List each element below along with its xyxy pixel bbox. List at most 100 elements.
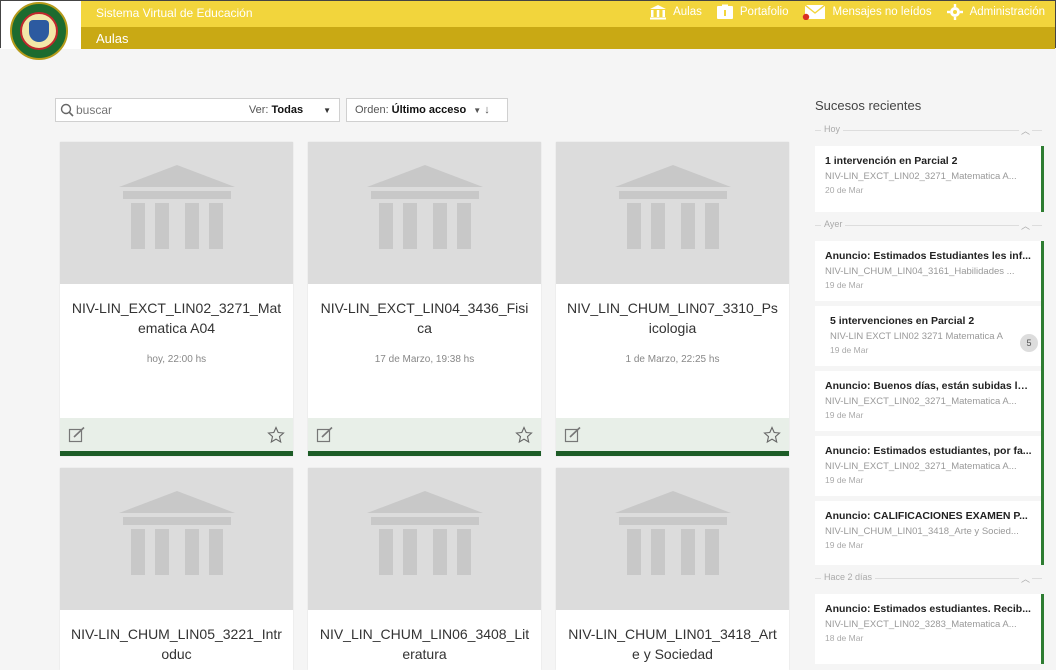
building-icon — [119, 491, 235, 575]
sort-arrow-icon[interactable]: ↓ — [484, 104, 490, 116]
course-image — [308, 468, 541, 610]
edit-icon[interactable] — [316, 426, 334, 444]
event-date: 19 de Mar — [830, 345, 869, 355]
ver-filter-select[interactable]: Ver: Todas ▼ — [249, 104, 331, 116]
event-course: NIV-LIN EXCT LIN02 3271 Matematica A — [830, 331, 1004, 342]
event-course: NIV-LIN_EXCT_LIN02_3271_Matematica A... — [825, 461, 1017, 472]
filter-toolbar: Ver:Todas ▼ Orden:Último acceso ▼ ↓ — [55, 98, 508, 122]
recent-events-heading: Sucesos recientes — [815, 98, 922, 113]
group-divider-yesterday[interactable]: Ayer ︿ — [815, 219, 1042, 233]
course-card[interactable]: NIV-LIN_CHUM_LIN01_3418_Arte y Sociedad — [556, 468, 789, 670]
event-title: Anuncio: Estimados estudiantes, por fa..… — [825, 445, 1032, 457]
course-title[interactable]: NIV-LIN_CHUM_LIN05_3221_Introduc — [60, 624, 293, 664]
event-title: Anuncio: CALIFICACIONES EXAMEN P... — [825, 510, 1028, 522]
chevron-up-icon[interactable]: ︿ — [1018, 124, 1032, 137]
course-title[interactable]: NIV-LIN_EXCT_LIN02_3271_Matematica A04 — [60, 298, 293, 338]
orden-label: Orden: — [355, 104, 389, 116]
group-label: Hace 2 días — [821, 572, 876, 582]
ver-label: Ver: — [248, 104, 269, 116]
event-item[interactable]: Anuncio: CALIFICACIONES EXAMEN P... NIV-… — [815, 501, 1042, 565]
course-last-access: 17 de Marzo, 19:38 hs — [374, 354, 475, 365]
ver-value: Todas — [271, 104, 304, 116]
edit-icon[interactable] — [68, 426, 86, 444]
mail-icon — [803, 4, 826, 20]
group-divider-two-days[interactable]: Hace 2 días ︿ — [815, 572, 1042, 586]
course-title[interactable]: NIV-LIN_CHUM_LIN01_3418_Arte y Sociedad — [556, 624, 789, 664]
course-card[interactable]: NIV_LIN_CHUM_LIN06_3408_Literatura — [308, 468, 541, 670]
event-title: Anuncio: Buenos días, están subidas la..… — [825, 380, 1032, 392]
nav-aulas[interactable]: Aulas — [649, 4, 702, 20]
nav-administracion-label: Administración — [969, 6, 1045, 18]
course-card[interactable]: NIV_LIN_CHUM_LIN07_3310_Psicologia 1 de … — [556, 142, 789, 456]
caret-down-icon: ▼ — [473, 106, 482, 115]
event-item[interactable]: Anuncio: Estimados Estudiantes les inf..… — [815, 241, 1042, 301]
orden-select[interactable]: Orden: Último acceso ▼ ↓ — [346, 98, 508, 122]
group-label: Hoy — [821, 124, 844, 134]
course-title[interactable]: NIV-LIN_EXCT_LIN04_3436_Fisica — [308, 298, 541, 338]
event-item[interactable]: Anuncio: Estimados estudiantes. Recib...… — [815, 594, 1042, 664]
event-title: 5 intervenciones en Parcial 2 — [830, 315, 975, 327]
course-image — [60, 468, 293, 610]
nav-administracion[interactable]: Administración — [946, 4, 1045, 20]
folder-icon — [716, 4, 733, 19]
group-divider-today[interactable]: Hoy ︿ — [815, 124, 1042, 138]
event-item[interactable]: 1 intervención en Parcial 2 NIV-LIN_EXCT… — [815, 146, 1042, 212]
orden-value: Último acceso — [391, 104, 467, 116]
event-title: 1 intervención en Parcial 2 — [825, 155, 958, 167]
event-item[interactable]: Anuncio: Buenos días, están subidas la..… — [815, 371, 1042, 431]
event-indicator — [1041, 241, 1044, 565]
course-image — [556, 142, 789, 284]
event-date: 18 de Mar — [825, 633, 864, 643]
event-date: 19 de Mar — [825, 410, 864, 420]
course-title[interactable]: NIV_LIN_CHUM_LIN07_3310_Psicologia — [556, 298, 789, 338]
event-course: NIV-LIN_CHUM_LIN04_3161_Habilidades ... — [825, 266, 1015, 277]
top-nav: Aulas Portafolio Mensajes no leídos Admi… — [649, 4, 1045, 20]
search-icon — [60, 103, 74, 117]
search-input[interactable] — [56, 103, 216, 117]
building-icon — [650, 5, 667, 20]
search-box: Ver:Todas ▼ — [55, 98, 340, 122]
site-title[interactable]: Sistema Virtual de Educación — [96, 6, 253, 20]
course-card[interactable]: NIV-LIN_EXCT_LIN04_3436_Fisica 17 de Mar… — [308, 142, 541, 456]
card-footer — [60, 418, 293, 456]
card-footer — [556, 418, 789, 456]
top-header: Sistema Virtual de Educación Aulas Aulas… — [0, 0, 1056, 49]
nav-aulas-label: Aulas — [673, 6, 702, 18]
star-icon[interactable] — [763, 426, 781, 444]
group-label: Ayer — [821, 219, 846, 229]
star-icon[interactable] — [267, 426, 285, 444]
event-course: NIV-LIN_CHUM_LIN01_3418_Arte y Socied... — [825, 526, 1019, 537]
gear-icon — [946, 4, 963, 20]
course-image — [60, 142, 293, 284]
course-last-access: 1 de Marzo, 22:25 hs — [625, 354, 720, 365]
chevron-up-icon[interactable]: ︿ — [1018, 572, 1032, 585]
course-card[interactable]: NIV-LIN_EXCT_LIN02_3271_Matematica A04 h… — [60, 142, 293, 456]
event-course: NIV-LIN_EXCT_LIN02_3283_Matematica A... — [825, 619, 1017, 630]
course-image — [556, 468, 789, 610]
course-title[interactable]: NIV_LIN_CHUM_LIN06_3408_Literatura — [308, 624, 541, 664]
count-badge: 5 — [1020, 334, 1038, 352]
building-icon — [119, 165, 235, 249]
building-icon — [367, 491, 483, 575]
event-item[interactable]: Anuncio: Estimados estudiantes, por fa..… — [815, 436, 1042, 496]
event-course: NIV-LIN_EXCT_LIN02_3271_Matematica A... — [825, 171, 1017, 182]
event-item[interactable]: 5 intervenciones en Parcial 2 NIV-LIN EX… — [815, 306, 1042, 366]
nav-mensajes-label: Mensajes no leídos — [832, 6, 932, 18]
nav-mensajes[interactable]: Mensajes no leídos — [802, 4, 932, 20]
caret-down-icon: ▼ — [323, 106, 331, 115]
course-card[interactable]: NIV-LIN_CHUM_LIN05_3221_Introduc — [60, 468, 293, 670]
star-icon[interactable] — [515, 426, 533, 444]
nav-portafolio-label: Portafolio — [739, 6, 789, 18]
nav-portafolio[interactable]: Portafolio — [716, 4, 789, 20]
building-icon — [367, 165, 483, 249]
chevron-up-icon[interactable]: ︿ — [1018, 219, 1032, 232]
header-bottom-band — [81, 27, 1055, 49]
course-image — [308, 142, 541, 284]
event-indicator — [1041, 146, 1044, 212]
edit-icon[interactable] — [564, 426, 582, 444]
building-icon — [615, 491, 731, 575]
event-title: Anuncio: Estimados estudiantes. Recib... — [825, 603, 1031, 615]
course-last-access: hoy, 22:00 hs — [146, 354, 207, 365]
event-title: Anuncio: Estimados Estudiantes les inf..… — [825, 250, 1031, 262]
university-logo[interactable] — [10, 2, 68, 60]
